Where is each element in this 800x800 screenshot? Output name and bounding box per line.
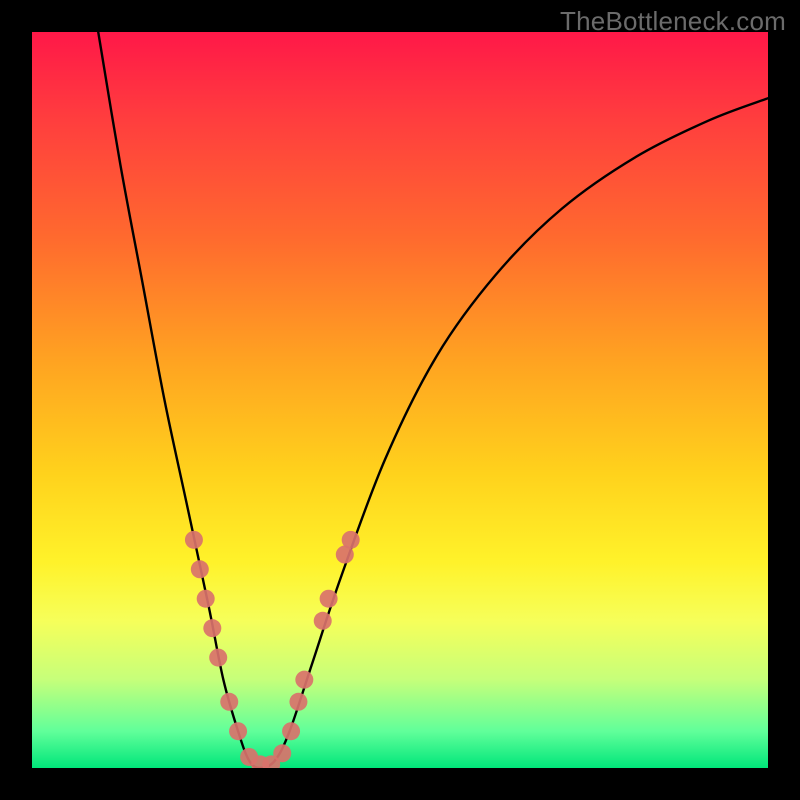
marker-dot	[282, 722, 300, 740]
marker-dot	[209, 649, 227, 667]
marker-dot	[289, 693, 307, 711]
marker-dot	[191, 560, 209, 578]
plot-area	[32, 32, 768, 768]
marker-dot	[342, 531, 360, 549]
marker-dot	[220, 693, 238, 711]
chart-svg	[32, 32, 768, 768]
highlight-markers	[185, 531, 360, 768]
marker-dot	[314, 612, 332, 630]
marker-dot	[197, 590, 215, 608]
bottleneck-curve	[98, 32, 768, 768]
marker-dot	[203, 619, 221, 637]
marker-dot	[295, 671, 313, 689]
marker-dot	[229, 722, 247, 740]
marker-dot	[185, 531, 203, 549]
marker-dot	[320, 590, 338, 608]
chart-frame: TheBottleneck.com	[0, 0, 800, 800]
marker-dot	[273, 744, 291, 762]
